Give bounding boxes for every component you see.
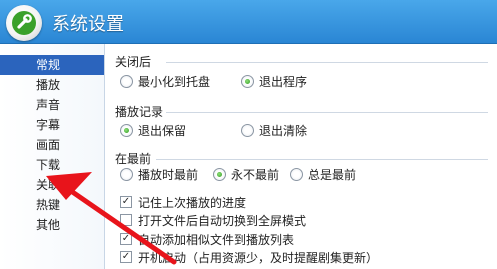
radio-always-on-top[interactable]: 总是最前	[290, 166, 356, 182]
radio-on-top-while-playing[interactable]: 播放时最前	[120, 166, 198, 182]
radio-button[interactable]	[241, 123, 254, 137]
checkbox-label: 自动添加相似文件到播放列表	[138, 232, 295, 247]
radio-label: 退出清除	[259, 123, 308, 138]
radio-label: 退出保留	[138, 123, 187, 138]
sidebar-item-playback[interactable]: 播放	[0, 75, 104, 95]
checkbox-checked[interactable]: ✓	[120, 233, 132, 245]
radio-button[interactable]	[290, 167, 303, 181]
checkbox-label: 记住上次播放的进度	[138, 195, 247, 210]
radio-button[interactable]	[120, 167, 133, 181]
app-logo-icon	[6, 5, 42, 41]
title-bar: 系统设置	[0, 0, 497, 44]
sidebar-item-download[interactable]: 下载	[0, 155, 104, 175]
sidebar: 常规 播放 声音 字幕 画面 下载 关联 热键 其他	[0, 44, 105, 269]
checkbox-checked[interactable]: ✓	[120, 251, 132, 263]
checkbox-remember-progress[interactable]: ✓ 记住上次播放的进度	[120, 194, 246, 210]
radio-button-selected[interactable]	[241, 74, 254, 88]
checkbox-launch-at-startup[interactable]: ✓ 开机启动（占用资源少，及时提醒剧集更新）	[120, 249, 378, 265]
settings-panel: 关闭后 最小化到托盘 退出程序 播放记录 退出保留 退出清除 在最前 播放时最前…	[106, 44, 497, 269]
checkbox-label: 开机启动（占用资源少，及时提醒剧集更新）	[138, 250, 379, 265]
radio-label: 总是最前	[308, 167, 357, 182]
checkbox-unchecked[interactable]	[120, 214, 132, 226]
radio-keep-on-exit[interactable]: 退出保留	[120, 122, 186, 138]
radio-never-on-top[interactable]: 永不最前	[213, 166, 279, 182]
radio-button-selected[interactable]	[213, 167, 226, 181]
section-title-on-close: 关闭后	[115, 55, 152, 69]
radio-button-selected[interactable]	[120, 123, 133, 137]
sidebar-item-general[interactable]: 常规	[0, 55, 104, 75]
sidebar-item-subtitles[interactable]: 字幕	[0, 115, 104, 135]
sidebar-item-hotkeys[interactable]: 热键	[0, 195, 104, 215]
radio-label: 退出程序	[259, 74, 308, 89]
checkbox-label: 打开文件后自动切换到全屏模式	[138, 213, 307, 228]
radio-button[interactable]	[120, 74, 133, 88]
section-title-play-history: 播放记录	[115, 105, 164, 119]
radio-exit-program[interactable]: 退出程序	[241, 73, 307, 89]
sidebar-item-other[interactable]: 其他	[0, 215, 104, 235]
checkbox-add-similar-files[interactable]: ✓ 自动添加相似文件到播放列表	[120, 231, 294, 247]
sidebar-item-sound[interactable]: 声音	[0, 95, 104, 115]
section-title-on-top: 在最前	[115, 152, 152, 166]
radio-label: 永不最前	[231, 167, 280, 182]
sidebar-item-association[interactable]: 关联	[0, 175, 104, 195]
section-divider	[166, 112, 488, 113]
section-divider	[166, 62, 488, 63]
section-divider	[156, 159, 488, 160]
radio-clear-on-exit[interactable]: 退出清除	[241, 122, 307, 138]
window-title: 系统设置	[52, 14, 124, 35]
radio-label: 最小化到托盘	[138, 74, 211, 89]
checkbox-auto-fullscreen[interactable]: 打开文件后自动切换到全屏模式	[120, 212, 306, 228]
sidebar-item-picture[interactable]: 画面	[0, 135, 104, 155]
checkbox-checked[interactable]: ✓	[120, 196, 132, 208]
radio-minimize-to-tray[interactable]: 最小化到托盘	[120, 73, 210, 89]
radio-label: 播放时最前	[138, 167, 199, 182]
